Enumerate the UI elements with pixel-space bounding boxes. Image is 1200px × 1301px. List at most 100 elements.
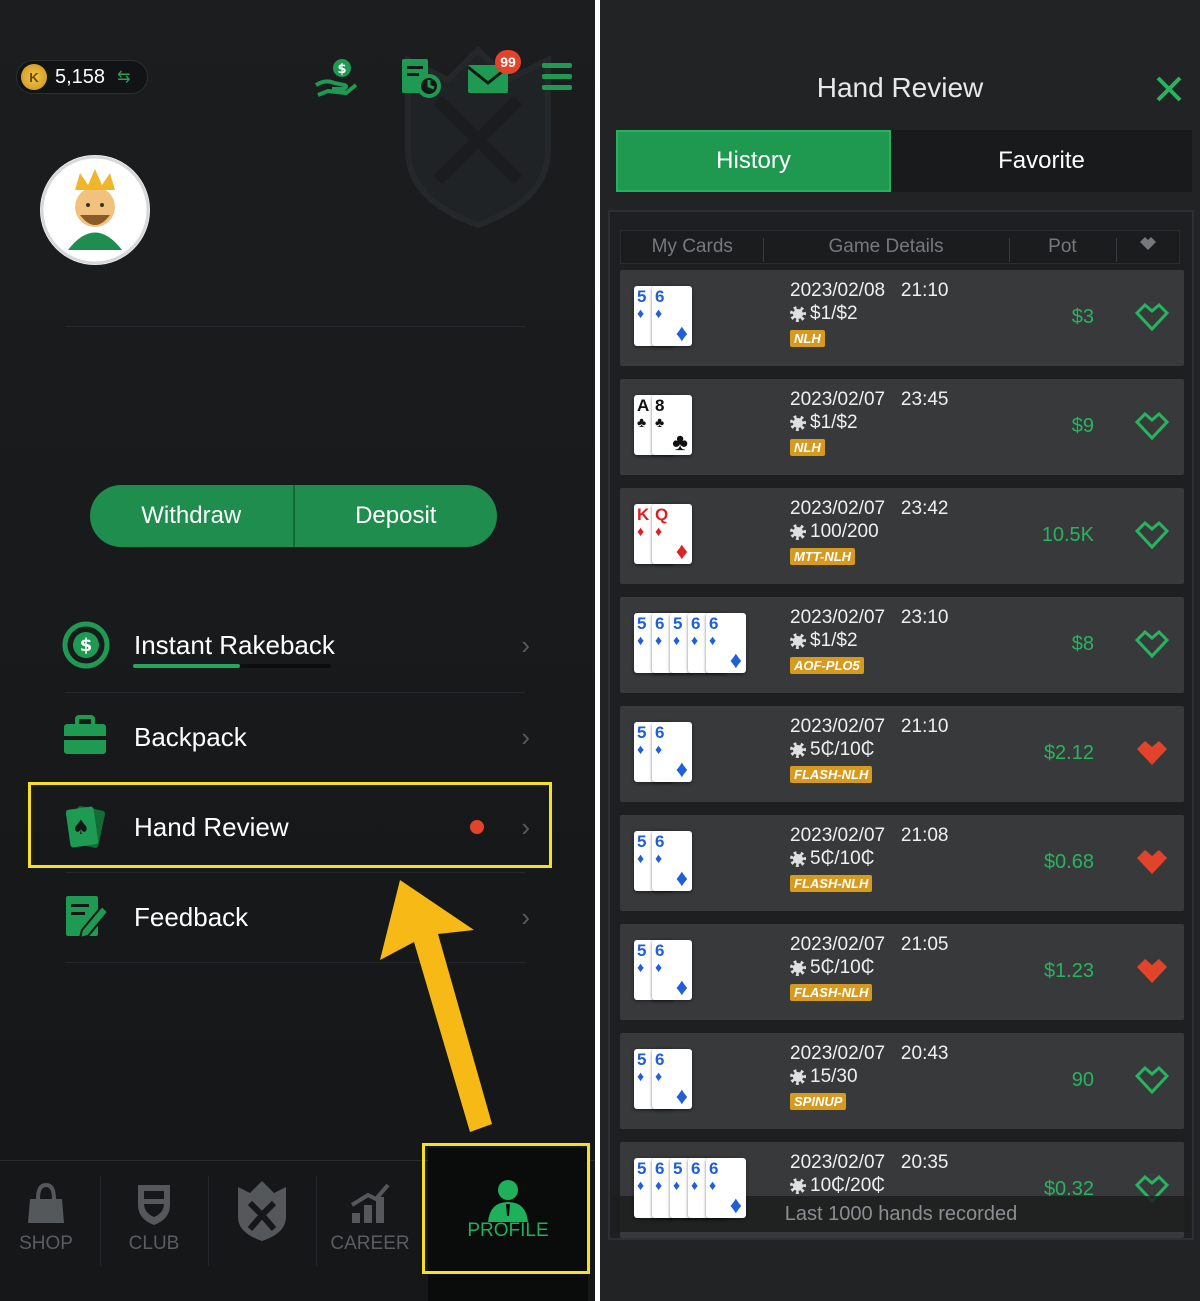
card-rank: 6 [655, 832, 665, 851]
card-suit-large-icon: ♦ [729, 1192, 742, 1219]
card-rank: 8 [655, 396, 665, 415]
menu-item-backpack[interactable]: Backpack › [60, 702, 530, 772]
hand-pot: $9 [1071, 415, 1094, 437]
col-pot: Pot [1008, 236, 1117, 262]
hand-row[interactable]: 5 ♦ 6 ♦ ♦ 2023/02/07 20:43 15/30 SPINUP 90 [620, 1033, 1184, 1129]
hand-datetime: 2023/02/07 21:10 [790, 716, 949, 737]
review-tabs: History Favorite [616, 130, 1192, 192]
hand-stakes: 5₵/10₵ [790, 957, 874, 979]
hand-datetime: 2023/02/07 21:05 [790, 934, 949, 955]
menu-item-instant-rakeback[interactable]: $ Instant Rakeback › [60, 610, 530, 680]
chip-icon [790, 415, 806, 431]
card-rank: 6 [691, 614, 701, 633]
game-type-tag: AOF-PLO5 [790, 657, 864, 674]
divider [65, 692, 525, 693]
card-rank: 6 [655, 1050, 665, 1069]
stakes-value: 5₵/10₵ [810, 957, 875, 978]
tab-history[interactable]: History [616, 130, 891, 192]
cashier-hand-icon[interactable]: $ [314, 55, 358, 99]
menu-label: Backpack [134, 721, 247, 752]
playing-card: 6 ♦ ♦ [706, 613, 746, 673]
favorite-outline-icon[interactable] [1134, 300, 1170, 334]
exchange-icon[interactable]: ⇆ [117, 67, 130, 87]
playing-card: 6 ♦ ♦ [706, 1158, 746, 1218]
hand-row[interactable]: 5 ♦ 6 ♦ ♦ 2023/02/07 21:08 5₵/10₵ FLASH-NLH $0.6… [620, 815, 1184, 911]
playing-card: 6 ♦ ♦ [652, 940, 692, 1000]
avatar[interactable] [40, 155, 150, 265]
menu-label: Instant Rakeback [134, 629, 335, 660]
card-rank: 6 [655, 1159, 665, 1178]
chip-icon [790, 524, 806, 540]
chevron-right-icon: › [521, 721, 530, 752]
close-icon[interactable] [1152, 72, 1186, 106]
game-type-tag: MTT-NLH [790, 548, 856, 565]
hand-stakes: 5₵/10₵ [790, 848, 874, 870]
card-suit-large-icon: ♦ [729, 647, 742, 674]
favorite-filled-icon[interactable] [1134, 954, 1170, 988]
pointer-arrow-icon [380, 880, 492, 1132]
card-suit-large-icon: ♦ [675, 1083, 688, 1110]
hand-stakes: $1/$2 [790, 303, 858, 325]
hand-row[interactable]: 5 ♦ 6 ♦ 5 ♦ 6 ♦ 6 ♦ ♦ 2023/02/07 23:10 $1/$2 AOF-PLO5… [620, 597, 1184, 693]
card-rank: 5 [637, 723, 647, 742]
hand-row[interactable]: 5 ♦ 6 ♦ ♦ 2023/02/08 21:10 $1/$2 NLH $3 [620, 270, 1184, 366]
mail-count-badge: 99 [495, 50, 521, 74]
card-rank: A [637, 396, 650, 415]
card-suit-large-icon: ♦ [675, 538, 688, 565]
svg-text:$: $ [337, 62, 346, 77]
card-rank: 6 [655, 941, 665, 960]
nav-shop[interactable]: SHOP [0, 1161, 100, 1301]
favorite-outline-icon[interactable] [1134, 518, 1170, 552]
hand-row[interactable]: K ♦ Q ♦ ♦ 2023/02/07 23:42 100/200 MTT-NLH 10.5K [620, 488, 1184, 584]
wallet-buttons: Withdraw Deposit [90, 485, 497, 547]
deposit-button[interactable]: Deposit [295, 485, 498, 547]
stakes-value: 5₵/10₵ [810, 739, 875, 760]
profile-tab-highlight-box [422, 1143, 590, 1274]
menu-icon[interactable] [536, 55, 580, 99]
game-type-tag: FLASH-NLH [790, 766, 873, 783]
playing-card: 6 ♦ ♦ [652, 722, 692, 782]
hand-pot: 10.5K [1041, 524, 1094, 546]
chart-bars-icon [350, 1183, 390, 1223]
hand-row[interactable]: A ♣ 8 ♣ ♣ 2023/02/07 23:45 $1/$2 NLH $9 [620, 379, 1184, 475]
coin-icon: K [21, 64, 47, 90]
favorite-outline-icon[interactable] [1134, 1063, 1170, 1097]
chip-icon [790, 742, 806, 758]
card-rank: 5 [637, 614, 647, 633]
card-rank: 6 [655, 723, 665, 742]
favorite-filled-icon[interactable] [1134, 845, 1170, 879]
hand-pot: $8 [1071, 633, 1094, 655]
chip-icon [790, 306, 806, 322]
game-type-tag: NLH [790, 330, 825, 347]
hand-row[interactable]: 5 ♦ 6 ♦ ♦ 2023/02/07 21:10 5₵/10₵ FLASH-NLH $2.1… [620, 706, 1184, 802]
nav-home[interactable] [208, 1161, 316, 1301]
hand-row[interactable]: 5 ♦ 6 ♦ ♦ 2023/02/07 21:05 5₵/10₵ FLASH-NLH $1.2… [620, 924, 1184, 1020]
hand-list-header: My Cards Game Details Pot [620, 230, 1180, 264]
hand-stakes: 15/30 [790, 1066, 858, 1088]
favorite-outline-icon[interactable] [1134, 409, 1170, 443]
card-suit-large-icon: ♦ [675, 974, 688, 1001]
hand-stakes: 5₵/10₵ [790, 739, 874, 761]
card-rank: Q [655, 505, 669, 524]
withdraw-button[interactable]: Withdraw [90, 485, 293, 547]
favorite-filled-icon[interactable] [1134, 736, 1170, 770]
history-log-icon[interactable] [398, 55, 442, 99]
playing-card: 8 ♣ ♣ [652, 395, 692, 455]
game-type-tag: SPINUP [790, 1093, 847, 1110]
svg-text:$: $ [80, 635, 93, 656]
nav-club[interactable]: CLUB [100, 1161, 208, 1301]
stakes-value: 10₵/20₵ [810, 1175, 885, 1196]
hand-datetime: 2023/02/07 20:35 [790, 1152, 949, 1173]
hand-stakes: 100/200 [790, 521, 879, 543]
stakes-value: 15/30 [810, 1066, 858, 1087]
card-rank: 5 [673, 614, 683, 633]
tab-favorite[interactable]: Favorite [891, 130, 1192, 192]
favorite-outline-icon[interactable] [1134, 627, 1170, 661]
stakes-value: 5₵/10₵ [810, 848, 875, 869]
chip-icon [790, 851, 806, 867]
playing-card: Q ♦ ♦ [652, 504, 692, 564]
card-rank: 6 [655, 614, 665, 633]
stakes-value: $1/$2 [810, 303, 858, 324]
nav-career[interactable]: CAREER [316, 1161, 424, 1301]
coin-balance[interactable]: K 5,158 ⇆ [16, 60, 148, 94]
